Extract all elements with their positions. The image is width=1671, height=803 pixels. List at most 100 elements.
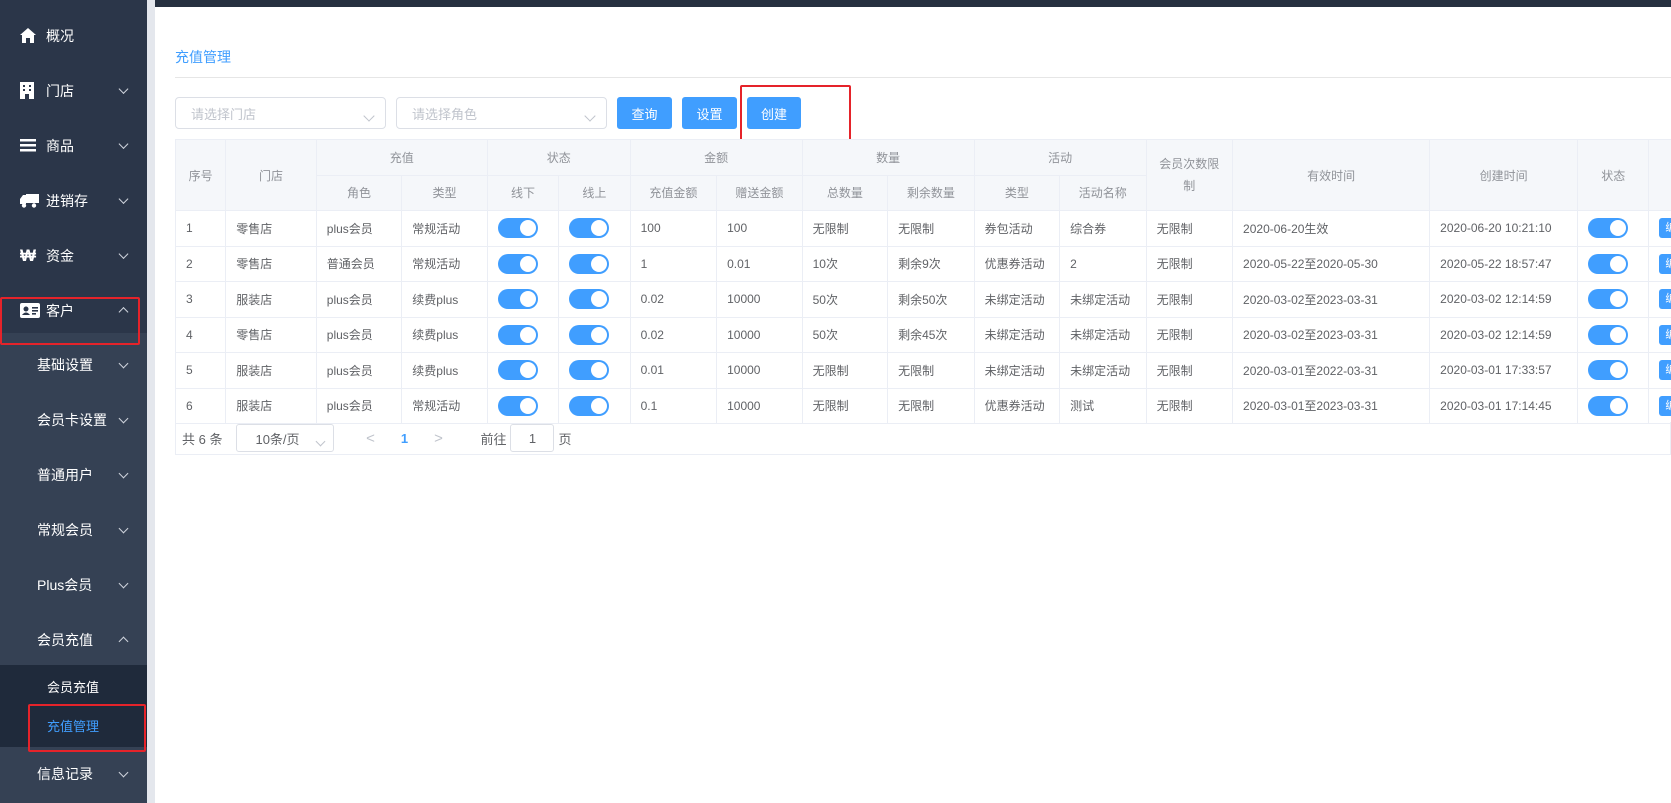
header-created-time: 创建时间 (1429, 139, 1579, 211)
status-toggle[interactable] (1588, 324, 1629, 345)
goto-page-input[interactable]: 1 (510, 424, 555, 452)
sidebar-item-overview[interactable]: 概况 (0, 8, 147, 63)
sidebar-sub-regular-member[interactable]: 常规会员 (0, 502, 147, 557)
cell-actions: 编辑 (1648, 316, 1671, 353)
online-toggle[interactable] (569, 289, 610, 310)
sidebar-item-customer[interactable]: 客户 (0, 283, 147, 338)
online-toggle[interactable] (569, 360, 610, 381)
header-store: 门店 (225, 139, 317, 211)
status-toggle[interactable] (1588, 395, 1629, 416)
cell-bonus: 0.01 (716, 245, 803, 282)
status-toggle[interactable] (1588, 253, 1629, 274)
sidebar-item-label: 商品 (46, 137, 74, 154)
sidebar-item-label: 信息记录 (37, 765, 93, 782)
sidebar-subsub-member-recharge[interactable]: 会员充值 (0, 667, 147, 705)
cell-valid: 2020-05-22至2020-05-30 (1232, 245, 1431, 282)
sidebar-item-label: 充值管理 (47, 718, 100, 734)
menu-icon (20, 139, 44, 152)
cell-act-type: 优惠券活动 (973, 387, 1061, 424)
online-toggle[interactable] (569, 324, 610, 345)
online-toggle[interactable] (569, 395, 610, 416)
cell-limit: 无限制 (1145, 316, 1234, 353)
cell-act-name: 未绑定活动 (1059, 281, 1147, 318)
offline-toggle[interactable] (497, 395, 538, 416)
sidebar-sub-basic-settings[interactable]: 基础设置 (0, 337, 147, 392)
sidebar-sub-card-settings[interactable]: 会员卡设置 (0, 392, 147, 447)
prev-page-button[interactable]: < (356, 430, 384, 447)
cell-index: 3 (174, 281, 227, 318)
edit-button[interactable]: 编辑 (1659, 253, 1671, 274)
goto-label: 前往 (480, 431, 507, 447)
chevron-down-icon (120, 522, 127, 538)
cell-online (558, 387, 631, 424)
table-row: 6 服装店 plus会员 常规活动 0.1 10000 无限制 无限制 优惠券活… (174, 387, 1671, 424)
status-toggle[interactable] (1588, 360, 1629, 381)
cell-store: 服装店 (225, 387, 317, 424)
cell-limit: 无限制 (1145, 352, 1234, 389)
cell-total: 50次 (801, 281, 889, 318)
cell-act-name: 未绑定活动 (1059, 352, 1147, 389)
edit-button[interactable]: 编辑 (1659, 289, 1671, 310)
settings-button[interactable]: 设置 (682, 97, 737, 129)
cell-recharge: 100 (629, 210, 718, 247)
header-type: 类型 (401, 174, 488, 211)
cell-online (558, 210, 631, 247)
sidebar-subsub-recharge-management[interactable]: 充值管理 (0, 706, 147, 744)
page-number-current[interactable]: 1 (394, 431, 414, 446)
cell-actions: 编辑 (1648, 210, 1671, 247)
edit-button[interactable]: 编辑 (1659, 395, 1671, 416)
status-toggle[interactable] (1588, 218, 1629, 239)
sidebar-sub-info-log[interactable]: 信息记录 (0, 746, 147, 801)
role-select-placeholder: 请选择角色 (412, 106, 478, 122)
cell-status (1577, 245, 1650, 282)
sidebar-item-label: 常规会员 (37, 521, 93, 538)
page-size-select[interactable]: 10条/页 (236, 424, 335, 452)
home-icon (20, 28, 44, 43)
offline-toggle[interactable] (497, 289, 538, 310)
cell-bonus: 10000 (716, 316, 803, 353)
sidebar: 概况 门店 商品 进销存 ₩ 资金 客户 基础设置 会员卡设置 普通用户 常规会… (0, 0, 147, 803)
chevron-down-icon (120, 467, 127, 483)
sidebar-item-label: 会员充值 (37, 631, 93, 648)
cell-status (1577, 210, 1650, 247)
header-quantity: 数量 (801, 139, 975, 176)
edit-button[interactable]: 编辑 (1659, 324, 1671, 345)
chevron-down-icon (120, 577, 127, 593)
offline-toggle[interactable] (497, 324, 538, 345)
sidebar-item-goods[interactable]: 商品 (0, 118, 147, 173)
cell-store: 零售店 (225, 245, 317, 282)
online-toggle[interactable] (569, 218, 610, 239)
cell-role: 普通会员 (315, 245, 403, 282)
store-select[interactable]: 请选择门店 (175, 97, 386, 129)
sidebar-sub-member-recharge[interactable]: 会员充值 (0, 612, 147, 667)
cell-store: 服装店 (225, 352, 317, 389)
sidebar-item-label: 概况 (46, 27, 74, 44)
status-toggle[interactable] (1588, 289, 1629, 310)
edit-button[interactable]: 编辑 (1659, 218, 1671, 239)
page-title: 充值管理 (175, 49, 231, 65)
online-toggle[interactable] (569, 253, 610, 274)
offline-toggle[interactable] (497, 253, 538, 274)
cell-total: 无限制 (801, 387, 889, 424)
next-page-button[interactable]: > (424, 430, 452, 447)
app-root: 概况 门店 商品 进销存 ₩ 资金 客户 基础设置 会员卡设置 普通用户 常规会… (0, 0, 1671, 803)
chevron-down-icon (317, 433, 324, 448)
cell-created: 2020-03-01 17:14:45 (1429, 387, 1579, 424)
truck-icon (20, 193, 44, 208)
cell-offline (486, 316, 560, 353)
sidebar-item-store[interactable]: 门店 (0, 63, 147, 118)
sidebar-sub-plus-member[interactable]: Plus会员 (0, 557, 147, 612)
sidebar-sub-normal-user[interactable]: 普通用户 (0, 447, 147, 502)
query-button[interactable]: 查询 (617, 97, 672, 129)
cell-actions: 编辑 (1648, 352, 1671, 389)
edit-button[interactable]: 编辑 (1659, 360, 1671, 381)
offline-toggle[interactable] (497, 360, 538, 381)
sidebar-item-inventory[interactable]: 进销存 (0, 173, 147, 228)
cell-online (558, 245, 631, 282)
sidebar-item-funds[interactable]: ₩ 资金 (0, 228, 147, 283)
create-button[interactable]: 创建 (747, 97, 801, 129)
cell-act-name: 2 (1059, 245, 1147, 282)
offline-toggle[interactable] (497, 218, 538, 239)
role-select[interactable]: 请选择角色 (396, 97, 607, 129)
cell-status (1577, 316, 1650, 353)
